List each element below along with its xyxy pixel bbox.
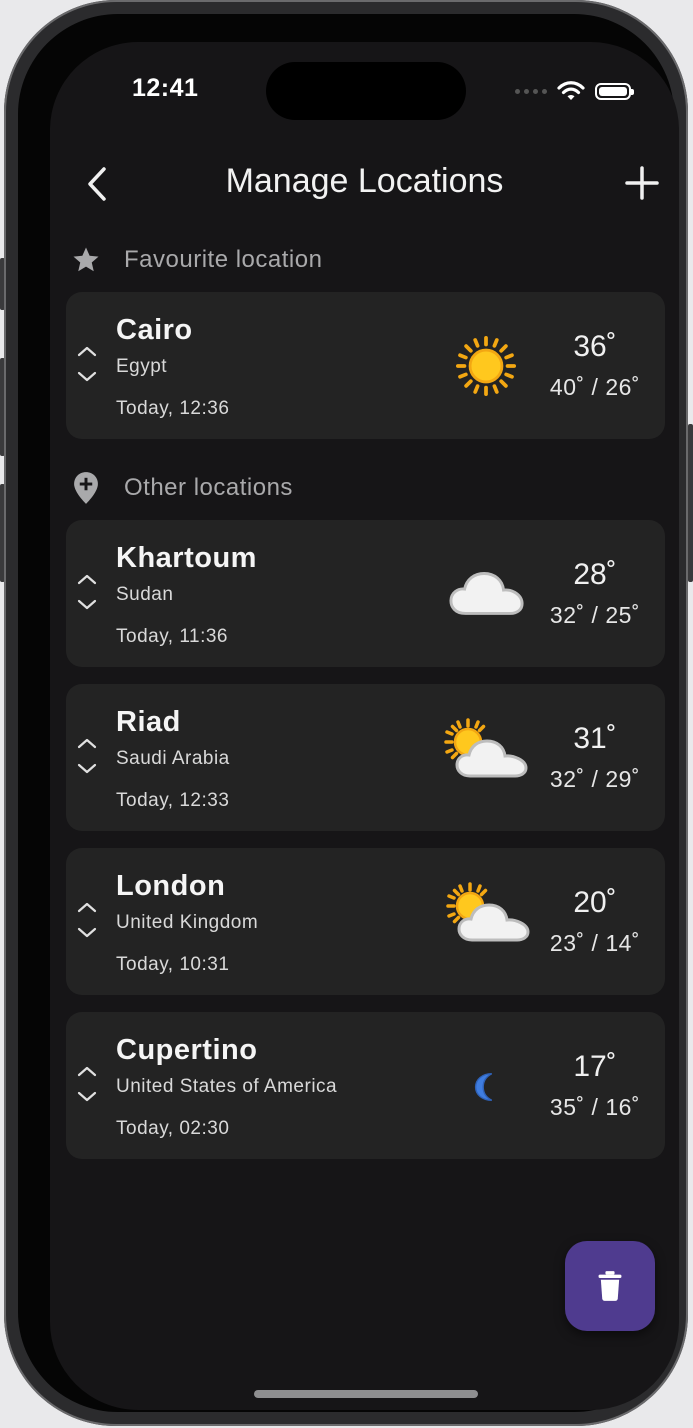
current-temperature: 28˚ bbox=[573, 558, 617, 591]
trash-icon bbox=[598, 1271, 622, 1301]
temperature-range: 35˚ / 16˚ bbox=[549, 1094, 641, 1120]
current-temperature: 36˚ bbox=[573, 330, 617, 363]
other-section-label: Other locations bbox=[124, 474, 293, 501]
cellular-signal-icon bbox=[515, 88, 547, 94]
local-time: Today, 12:33 bbox=[116, 790, 230, 811]
wifi-icon bbox=[557, 81, 585, 100]
country-name: Egypt bbox=[116, 356, 168, 377]
temperature-range: 32˚ / 25˚ bbox=[549, 602, 641, 628]
battery-icon bbox=[595, 82, 634, 100]
current-temperature: 31˚ bbox=[573, 722, 617, 755]
app-screen: 12:41 Manage Locations Favourite locatio… bbox=[50, 42, 679, 1410]
local-time: Today, 12:36 bbox=[116, 398, 230, 419]
location-card-khartoum[interactable]: Khartoum Sudan Today, 11:36 28˚ 32˚ / 25… bbox=[66, 520, 665, 667]
reorder-icon[interactable] bbox=[76, 898, 98, 942]
city-name: Riad bbox=[116, 706, 181, 738]
add-location-button[interactable] bbox=[623, 163, 661, 203]
star-icon bbox=[70, 244, 102, 276]
local-time: Today, 11:36 bbox=[116, 626, 228, 647]
reorder-icon[interactable] bbox=[76, 1062, 98, 1106]
reorder-icon[interactable] bbox=[76, 734, 98, 778]
city-name: London bbox=[116, 870, 226, 902]
side-button-right bbox=[688, 424, 693, 582]
other-section-header: Other locations bbox=[70, 472, 293, 504]
country-name: Saudi Arabia bbox=[116, 748, 230, 769]
city-name: Khartoum bbox=[116, 542, 257, 574]
favourite-section-label: Favourite location bbox=[124, 246, 323, 273]
temperature-range: 23˚ / 14˚ bbox=[549, 930, 641, 956]
reorder-icon[interactable] bbox=[76, 570, 98, 614]
country-name: Sudan bbox=[116, 584, 174, 605]
partly-cloudy-icon bbox=[442, 882, 532, 946]
location-card-riad[interactable]: Riad Saudi Arabia Today, 12:33 31˚ 32˚ /… bbox=[66, 684, 665, 831]
moon-icon bbox=[468, 1068, 506, 1106]
country-name: United Kingdom bbox=[116, 912, 259, 933]
city-name: Cupertino bbox=[116, 1034, 258, 1066]
temperature-range: 32˚ / 29˚ bbox=[549, 766, 641, 792]
country-name: United States of America bbox=[116, 1076, 338, 1097]
home-indicator[interactable] bbox=[254, 1390, 478, 1398]
add-location-pin-icon bbox=[70, 472, 102, 504]
local-time: Today, 02:30 bbox=[116, 1118, 230, 1139]
phone-frame: 12:41 Manage Locations Favourite locatio… bbox=[4, 0, 688, 1426]
cloud-icon bbox=[448, 564, 526, 620]
city-name: Cairo bbox=[116, 314, 193, 346]
reorder-icon[interactable] bbox=[76, 342, 98, 386]
favourite-section-header: Favourite location bbox=[70, 244, 322, 276]
location-card-cupertino[interactable]: Cupertino United States of America Today… bbox=[66, 1012, 665, 1159]
status-time: 12:41 bbox=[132, 74, 199, 102]
sun-icon bbox=[456, 336, 516, 396]
dynamic-island bbox=[266, 62, 466, 120]
current-temperature: 17˚ bbox=[573, 1050, 617, 1083]
temperature-range: 40˚ / 26˚ bbox=[549, 374, 641, 400]
phone-bezel: 12:41 Manage Locations Favourite locatio… bbox=[18, 14, 679, 1412]
location-card-london[interactable]: London United Kingdom Today, 10:31 20˚ 2… bbox=[66, 848, 665, 995]
current-temperature: 20˚ bbox=[573, 886, 617, 919]
delete-button[interactable] bbox=[565, 1241, 655, 1331]
local-time: Today, 10:31 bbox=[116, 954, 230, 975]
status-icons bbox=[515, 80, 634, 102]
location-card-cairo[interactable]: Cairo Egypt Today, 12:36 36˚ 40˚ / 26˚ bbox=[66, 292, 665, 439]
page-title: Manage Locations bbox=[225, 162, 504, 200]
partly-cloudy-icon bbox=[440, 718, 530, 782]
